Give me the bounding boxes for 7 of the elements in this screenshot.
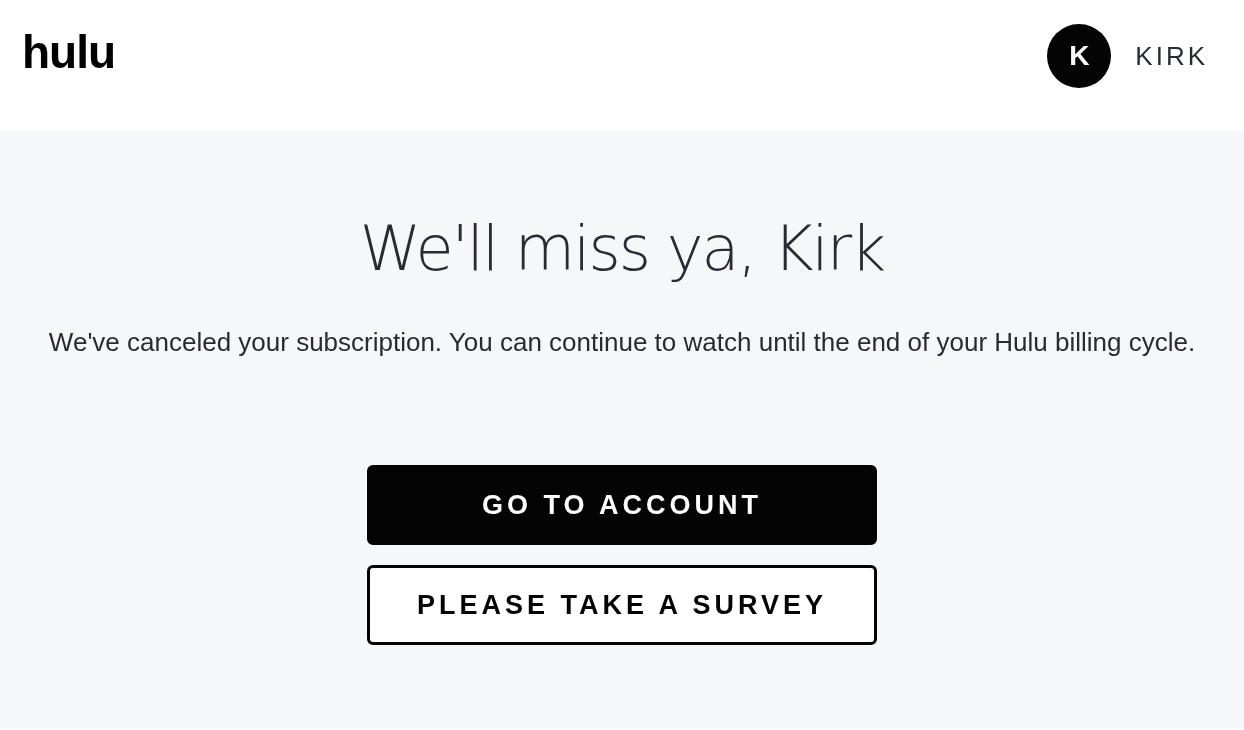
page-title: We'll miss ya, Kirk <box>359 212 885 285</box>
cancel-message: We've canceled your subscription. You can continue to watch until the end of your Hulu billing cycle. <box>47 326 1197 359</box>
account-button[interactable]: GO TO ACCOUNT <box>367 465 877 545</box>
user-name[interactable]: KIRK <box>1135 40 1208 72</box>
survey-button[interactable]: PLEASE TAKE A SURVEY <box>367 565 877 645</box>
user-avatar[interactable]: K <box>1047 24 1112 88</box>
hulu-logo[interactable]: hulu <box>22 25 116 79</box>
